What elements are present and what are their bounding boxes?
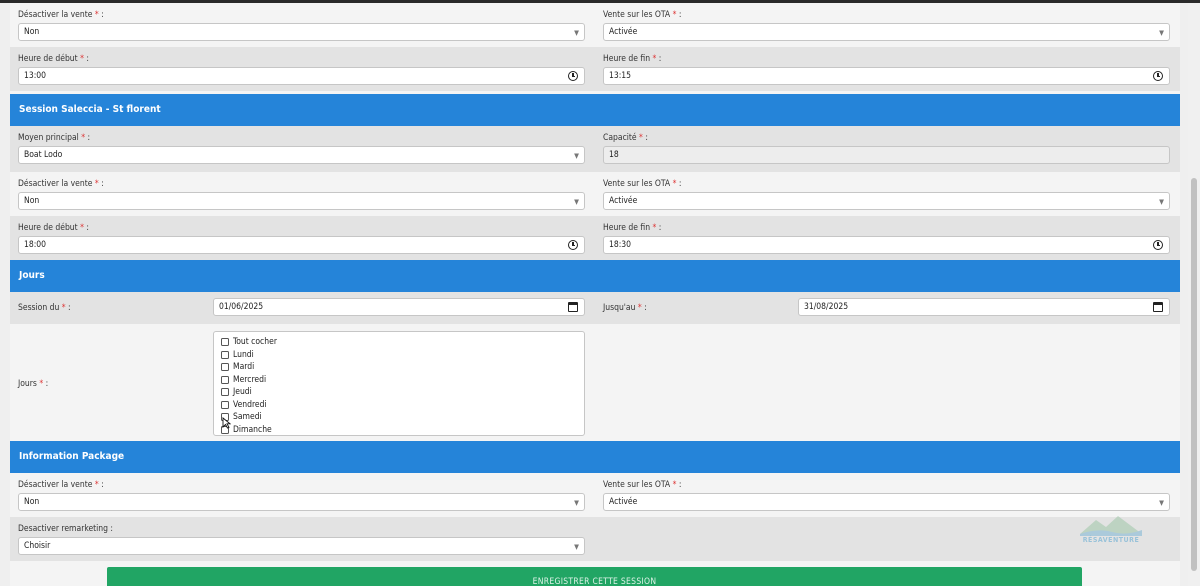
logo-text: RÉSAVENTURE xyxy=(1082,536,1140,544)
heure-fin-input[interactable]: 18:30 xyxy=(603,236,1170,254)
session-du-date-input[interactable]: 01/06/2025 xyxy=(213,298,585,316)
chevron-down-icon: ▼ xyxy=(574,499,579,507)
calendar-icon[interactable] xyxy=(1153,302,1163,312)
field-label: Jusqu'au * : xyxy=(603,303,647,313)
day-option-tout-cocher[interactable]: Tout cocher xyxy=(221,336,584,349)
field-label: Désactiver la vente * : xyxy=(18,179,104,189)
day-option-samedi[interactable]: Samedi xyxy=(221,411,584,424)
form-row-moyen: Moyen principal * : Boat Lodo ▼ Capacité … xyxy=(10,126,1180,172)
moyen-principal-select[interactable]: Boat Lodo ▼ xyxy=(18,146,585,164)
desactiver-vente-select[interactable]: Non ▼ xyxy=(18,192,585,210)
checkbox[interactable] xyxy=(221,388,229,397)
field-label: Session du * : xyxy=(18,303,71,313)
chevron-down-icon: ▼ xyxy=(1159,29,1164,37)
day-option-lundi[interactable]: Lundi xyxy=(221,349,584,362)
desactiver-vente-select[interactable]: Non ▼ xyxy=(18,23,585,41)
form-row-package-sale: Désactiver la vente * : Non ▼ Vente sur l… xyxy=(10,473,1180,517)
mouse-cursor-icon xyxy=(222,417,231,429)
section-header-jours: Jours xyxy=(10,260,1180,292)
form-row-days: Jours * : Tout cocher Lundi Mardi Mercre… xyxy=(10,324,1180,441)
chevron-down-icon: ▼ xyxy=(574,29,579,37)
vente-ota-select[interactable]: Activée ▼ xyxy=(603,192,1170,210)
mountain-logo-icon xyxy=(1080,516,1142,536)
chevron-down-icon: ▼ xyxy=(574,543,579,551)
form-row-dates: Session du * : 01/06/2025 Jusqu'au * : 3… xyxy=(10,292,1180,324)
save-session-button[interactable]: ENREGISTRER CETTE SESSION xyxy=(107,567,1082,586)
field-label: Moyen principal * : xyxy=(18,133,91,143)
field-label: Heure de fin * : xyxy=(603,54,662,64)
checkbox[interactable] xyxy=(221,400,229,409)
section-header-package: Information Package xyxy=(10,441,1180,473)
chevron-down-icon: ▼ xyxy=(574,152,579,160)
checkbox[interactable] xyxy=(221,375,229,384)
day-option-mercredi[interactable]: Mercredi xyxy=(221,374,584,387)
field-label: Heure de fin * : xyxy=(603,223,662,233)
vente-ota-select[interactable]: Activée ▼ xyxy=(603,23,1170,41)
capacite-input[interactable]: 18 xyxy=(603,146,1170,164)
heure-debut-input[interactable]: 13:00 xyxy=(18,67,585,85)
form-row-remarketing: Desactiver remarketing : Choisir ▼ xyxy=(10,517,1180,561)
session-form: Désactiver la vente * : Non ▼ Vente sur l… xyxy=(10,3,1180,586)
clock-icon[interactable] xyxy=(1153,240,1163,250)
field-label: Capacité * : xyxy=(603,133,648,143)
jusquau-date-input[interactable]: 31/08/2025 xyxy=(798,298,1170,316)
desactiver-vente-select[interactable]: Non ▼ xyxy=(18,493,585,511)
clock-icon[interactable] xyxy=(568,71,578,81)
form-row-hours: Heure de début * : 13:00 Heure de fin * … xyxy=(10,47,1180,91)
field-label: Vente sur les OTA * : xyxy=(603,10,682,20)
day-option-jeudi[interactable]: Jeudi xyxy=(221,386,584,399)
heure-fin-input[interactable]: 13:15 xyxy=(603,67,1170,85)
field-label: Vente sur les OTA * : xyxy=(603,480,682,490)
field-label: Heure de début * : xyxy=(18,54,89,64)
checkbox[interactable] xyxy=(221,350,229,359)
heure-debut-input[interactable]: 18:00 xyxy=(18,236,585,254)
clock-icon[interactable] xyxy=(568,240,578,250)
field-label: Désactiver la vente * : xyxy=(18,480,104,490)
form-row-hours-2: Heure de début * : 18:00 Heure de fin * … xyxy=(10,216,1180,260)
day-option-mardi[interactable]: Mardi xyxy=(221,361,584,374)
resaventure-logo: RÉSAVENTURE xyxy=(1078,510,1144,548)
screen: Désactiver la vente * : Non ▼ Vente sur l… xyxy=(0,0,1200,586)
calendar-icon[interactable] xyxy=(568,302,578,312)
day-option-vendredi[interactable]: Vendredi xyxy=(221,399,584,412)
form-row-sale-2: Désactiver la vente * : Non ▼ Vente sur l… xyxy=(10,172,1180,216)
section-header-session: Session Saleccia - St florent xyxy=(10,94,1180,126)
clock-icon[interactable] xyxy=(1153,71,1163,81)
days-checkbox-list: Tout cocher Lundi Mardi Mercredi Jeudi V… xyxy=(213,331,585,436)
field-label: Jours * : xyxy=(18,379,49,389)
chevron-down-icon: ▼ xyxy=(1159,499,1164,507)
day-option-dimanche[interactable]: Dimanche xyxy=(221,424,584,437)
chevron-down-icon: ▼ xyxy=(1159,198,1164,206)
chevron-down-icon: ▼ xyxy=(574,198,579,206)
field-label: Désactiver la vente * : xyxy=(18,10,104,20)
form-row-sale: Désactiver la vente * : Non ▼ Vente sur l… xyxy=(10,3,1180,47)
vente-ota-select[interactable]: Activée ▼ xyxy=(603,493,1170,511)
field-label: Heure de début * : xyxy=(18,223,89,233)
field-label: Desactiver remarketing : xyxy=(18,524,113,534)
remarketing-select[interactable]: Choisir ▼ xyxy=(18,537,585,555)
field-label: Vente sur les OTA * : xyxy=(603,179,682,189)
checkbox[interactable] xyxy=(221,363,229,372)
scrollbar-thumb[interactable] xyxy=(1191,178,1197,571)
checkbox[interactable] xyxy=(221,338,229,347)
scrollbar[interactable] xyxy=(1188,3,1200,586)
